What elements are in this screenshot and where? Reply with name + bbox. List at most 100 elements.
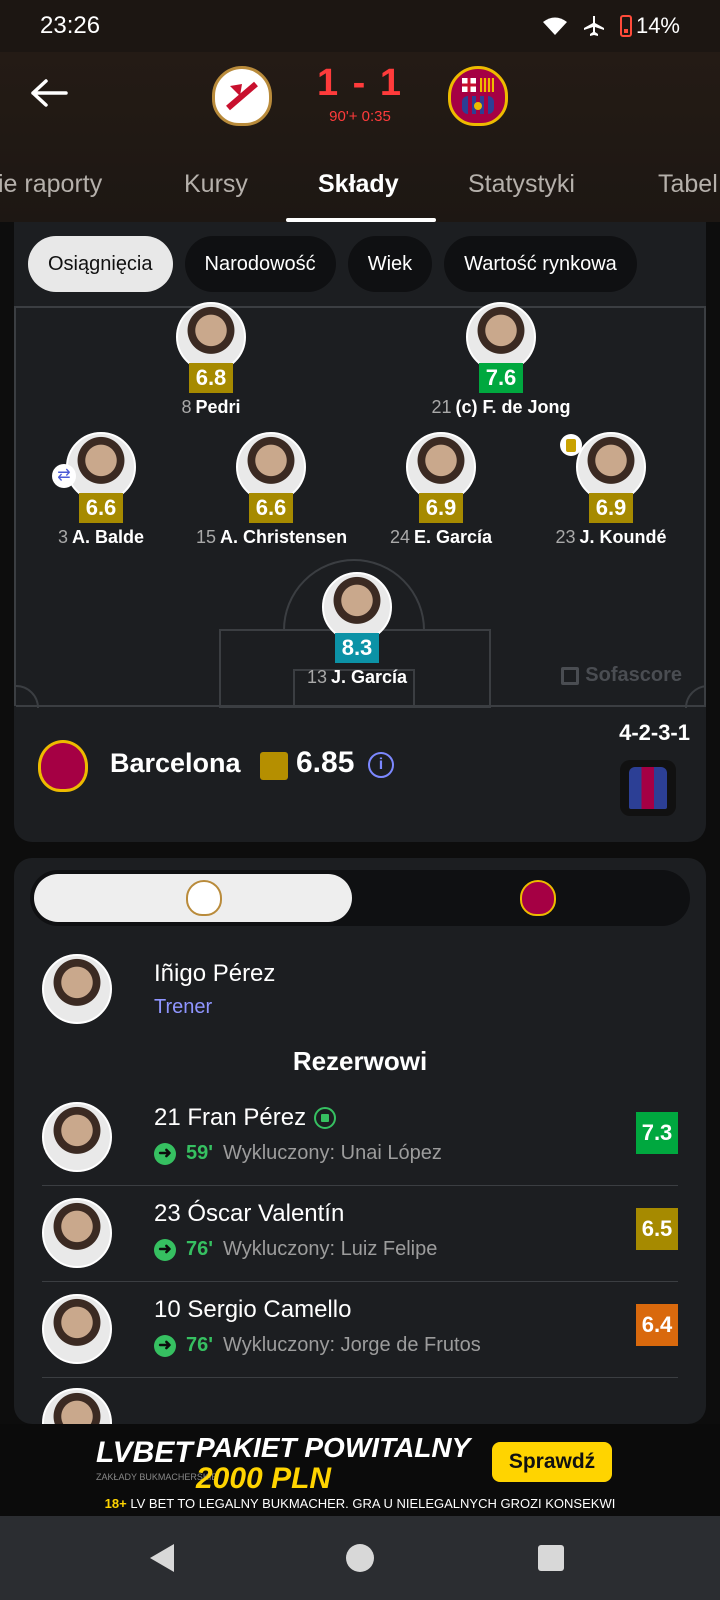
player-card[interactable]: 6.6 3 A. Balde [26, 432, 176, 548]
player-rating: 6.9 [589, 493, 633, 523]
substitute-detail-row: ➜ 59' Wykluczony: Unai López [154, 1142, 442, 1165]
substitute-row[interactable]: 21 Fran Pérez ➜ 59' Wykluczony: Unai Lóp… [42, 1090, 678, 1186]
player-name-row: 3 A. Balde [26, 527, 176, 548]
ad-headline: PAKIET POWITALNY [196, 1432, 471, 1463]
substitute-row[interactable]: 23 Óscar Valentín ➜ 76' Wykluczony: Luiz… [42, 1186, 678, 1282]
ad-disclaimer: LV BET TO LEGALNY BUKMACHER. GRA U NIELE… [130, 1496, 616, 1511]
ad-disclaimer-row: 18+ LV BET TO LEGALNY BUKMACHER. GRA U N… [0, 1496, 720, 1511]
coach-row[interactable]: Iñigo Pérez Trener [42, 954, 682, 1034]
rayo-crest-icon [226, 81, 258, 111]
player-avatar [466, 302, 536, 372]
player-avatar [66, 432, 136, 502]
away-team-crest[interactable] [448, 66, 508, 126]
player-name-row: 23 J. Koundé [536, 527, 686, 548]
player-card[interactable]: 6.9 24 E. García [366, 432, 516, 548]
coach-name: Iñigo Pérez [154, 960, 276, 987]
ad-logo: LVBET [96, 1436, 193, 1469]
player-card[interactable]: 8.3 13 J. García [282, 572, 432, 688]
player-number: 23 [555, 527, 576, 547]
player-name: Pedri [195, 397, 241, 417]
chip-achievements[interactable]: Osiągnięcia [28, 236, 173, 292]
home-team-crest[interactable] [212, 66, 272, 126]
substitution-minute: 76' [186, 1238, 214, 1260]
player-name: J. García [330, 667, 408, 687]
sub-in-arrow-icon: ➜ [154, 1142, 176, 1165]
match-minute: 90'+ 0:35 [329, 108, 391, 125]
chip-nationality[interactable]: Narodowość [184, 236, 336, 292]
pitch: 6.8 8 Pedri 7.6 21 (c) F. de Jong 6.6 3 A. … [14, 302, 706, 708]
player-card[interactable]: 6.8 8 Pedri [136, 302, 286, 418]
player-avatar [406, 432, 476, 502]
team-average-rating: 6.85 [296, 746, 355, 779]
player-name: A. Christensen [220, 527, 348, 547]
player-avatar [576, 432, 646, 502]
tab-kursy[interactable]: Kursy [184, 170, 248, 199]
player-name-row: 24 E. García [366, 527, 516, 548]
nav-back-icon[interactable] [150, 1544, 174, 1572]
player-name: (c) F. de Jong [455, 397, 571, 417]
toggle-away-team[interactable] [520, 880, 556, 916]
player-avatar [42, 1198, 112, 1268]
substitute-name-row: 10 Sergio Camello [154, 1296, 351, 1324]
player-number: 24 [389, 527, 410, 547]
battery-percent: 14% [635, 13, 680, 38]
player-name: E. García [413, 527, 493, 547]
nav-recents-icon[interactable] [538, 1545, 564, 1571]
rating-color-swatch [260, 752, 288, 780]
wifi-icon [542, 17, 567, 35]
chip-age[interactable]: Wiek [347, 236, 433, 292]
match-header: 1 - 1 90'+ 0:35 ie raporty Kursy Składy … [0, 52, 720, 222]
lineup-card: Osiągnięcia Narodowość Wiek Wartość rynk… [14, 222, 706, 842]
player-avatar [42, 1102, 112, 1172]
goal-ball-icon [314, 1107, 337, 1129]
substitute-rating: 6.4 [636, 1304, 678, 1346]
substitute-detail-row: ➜ 76' Wykluczony: Jorge de Frutos [154, 1334, 481, 1357]
player-name: A. Balde [71, 527, 145, 547]
sub-in-arrow-icon: ➜ [154, 1238, 176, 1261]
sofascore-watermark: Sofascore [561, 664, 682, 687]
player-rating: 6.6 [79, 493, 123, 523]
back-button[interactable] [28, 72, 70, 114]
squad-card: Iñigo Pérez Trener Rezerwowi 21 Fran Pér… [14, 858, 706, 1424]
substitute-row[interactable]: 10 Sergio Camello ➜ 76' Wykluczony: Jorg… [42, 1282, 678, 1378]
ad-age-label: 18+ [104, 1496, 127, 1511]
system-nav-bar [0, 1516, 720, 1600]
player-avatar [322, 572, 392, 642]
player-card[interactable]: 7.6 21 (c) F. de Jong [426, 302, 576, 418]
substitution-detail: Wykluczony: Luiz Felipe [223, 1238, 438, 1260]
status-icons: 14% [542, 13, 680, 39]
player-card[interactable]: 6.9 23 J. Koundé [536, 432, 686, 548]
substitute-detail-row: ➜ 76' Wykluczony: Luiz Felipe [154, 1238, 437, 1261]
nav-home-icon[interactable] [346, 1544, 374, 1572]
player-name-row: 8 Pedri [136, 397, 286, 418]
substitution-minute: 59' [186, 1142, 214, 1164]
chip-market-value[interactable]: Wartość rynkowa [444, 236, 637, 292]
player-name-row: 15 A. Christensen [196, 527, 348, 548]
substitution-detail: Wykluczony: Unai López [223, 1142, 442, 1164]
player-rating: 7.6 [479, 363, 523, 393]
substitute-name: 23 Óscar Valentín [154, 1200, 345, 1227]
player-avatar [176, 302, 246, 372]
player-name-row: 21 (c) F. de Jong [426, 397, 576, 418]
player-card[interactable]: 6.6 15 A. Christensen [196, 432, 348, 548]
sofascore-logo-icon [561, 666, 580, 685]
tab-raporty[interactable]: ie raporty [0, 170, 102, 199]
filter-chips: Osiągnięcia Narodowość Wiek Wartość rynk… [28, 236, 637, 292]
tab-statystyki[interactable]: Statystyki [468, 170, 575, 199]
player-rating: 6.6 [249, 493, 293, 523]
player-rating: 8.3 [335, 633, 379, 663]
rayo-crest-icon [186, 880, 222, 916]
ad-banner[interactable]: LVBET ZAKŁADY BUKMACHERSKIE PAKIET POWIT… [0, 1424, 720, 1516]
ad-amount: 2000 PLN [196, 1462, 332, 1495]
status-time: 23:26 [40, 12, 101, 39]
player-avatar [42, 1388, 112, 1424]
ad-cta-button[interactable]: Sprawdź [492, 1442, 612, 1482]
tab-sklady[interactable]: Składy [318, 170, 399, 199]
tab-tabela[interactable]: Tabel [658, 170, 718, 199]
player-number: 21 [431, 397, 452, 417]
kit-button[interactable] [620, 760, 676, 816]
info-icon[interactable]: i [368, 752, 394, 778]
battery-icon [619, 15, 632, 37]
arrow-left-icon [31, 79, 68, 107]
player-number: 13 [306, 667, 327, 687]
